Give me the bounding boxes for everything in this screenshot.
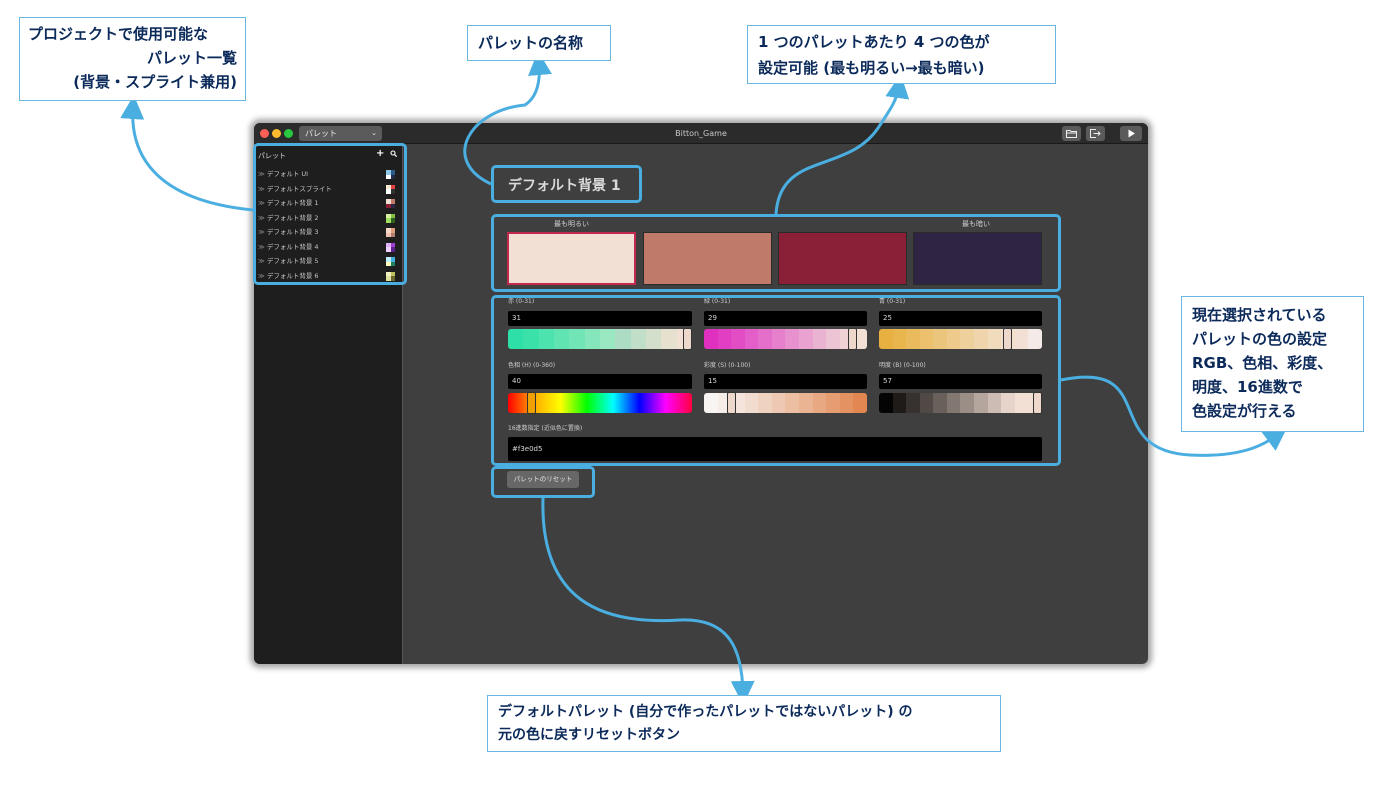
arrow-to-colors-callout <box>774 74 910 215</box>
arrow-to-list-callout <box>120 95 254 212</box>
callout-palette-list: プロジェクトで使用可能な パレット一覧 (背景・スプライト兼用) <box>19 17 246 101</box>
slider-knob[interactable] <box>1003 328 1013 350</box>
callout-name-line-1: パレットの名称 <box>478 34 584 52</box>
screenshot: パレット ⌄ Bitton_Game パレット + ≫ デフォルト UI ≫ デ… <box>0 0 1400 788</box>
slider-knob[interactable] <box>527 392 537 414</box>
callout-color-settings: 現在選択されている パレットの色の設定 RGB、色相、彩度、 明度、16進数で … <box>1181 296 1364 432</box>
callout-settings-line-5: 色設定が行える <box>1192 402 1297 420</box>
callout-settings-line-4: 明度、16進数で <box>1192 378 1303 396</box>
callout-list-line-2: パレット一覧 <box>146 49 237 67</box>
callout-four-colors: 1 つのパレットあたり 4 つの色が 設定可能 (最も明るい→最も暗い) <box>747 25 1056 84</box>
callout-list-line-3: (背景・スプライト兼用) <box>73 73 237 91</box>
arrow-to-reset-callout <box>541 497 755 705</box>
callout-reset-button: デフォルトパレット (自分で作ったパレットではないパレット) の 元の色に戻すリ… <box>487 695 1001 752</box>
slider-knob[interactable] <box>1033 392 1042 414</box>
slider-knob[interactable] <box>727 392 737 414</box>
callout-palette-name: パレットの名称 <box>467 25 611 61</box>
slider-knob[interactable] <box>847 328 857 350</box>
callout-settings-line-1: 現在選択されている <box>1192 306 1327 324</box>
slider-knob[interactable] <box>683 328 692 350</box>
callout-colors-line-2: 設定可能 (最も明るい→最も暗い) <box>758 59 985 77</box>
callout-reset-line-2: 元の色に戻すリセットボタン <box>498 727 680 743</box>
callout-list-line-1: プロジェクトで使用可能な <box>28 25 209 43</box>
callout-settings-line-3: RGB、色相、彩度、 <box>1192 354 1333 372</box>
callout-colors-line-1: 1 つのパレットあたり 4 つの色が <box>758 33 990 51</box>
callout-settings-line-2: パレットの色の設定 <box>1192 330 1328 348</box>
arrow-to-name-callout <box>463 51 552 186</box>
callout-reset-line-1: デフォルトパレット (自分で作ったパレットではないパレット) の <box>498 704 913 720</box>
